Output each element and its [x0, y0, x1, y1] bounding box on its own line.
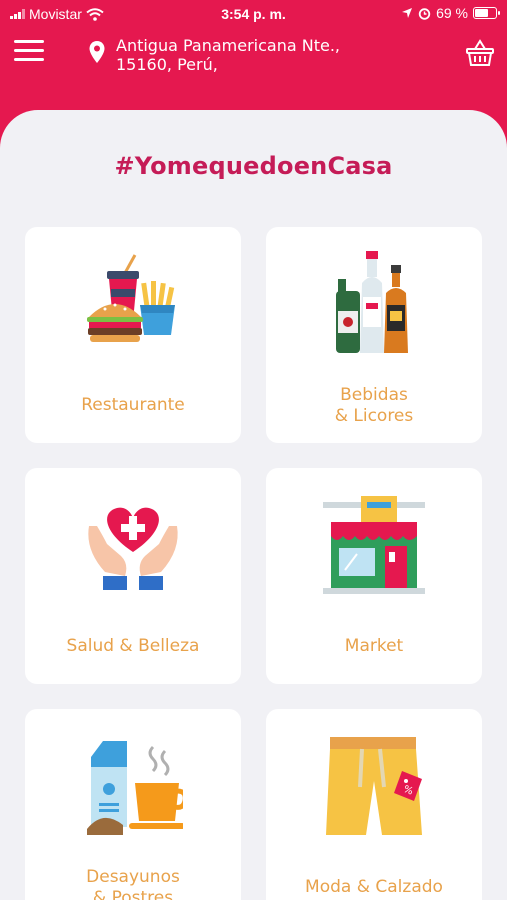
map-pin-icon: [89, 41, 105, 63]
address-line-2: 15160, Perú,: [116, 55, 218, 74]
alarm-icon: [418, 7, 431, 20]
health-hands-icon: [88, 507, 178, 590]
address-line-1: Antigua Panamericana Nte.,: [116, 36, 341, 55]
category-label: Moda & Calzado: [266, 877, 482, 898]
category-label-line2: & Postres: [92, 888, 174, 900]
category-label-line2: & Licores: [334, 406, 414, 426]
shorts-icon: %: [326, 737, 422, 835]
breakfast-icon: [87, 741, 183, 835]
hamburger-menu-icon[interactable]: [14, 40, 44, 66]
category-card-market[interactable]: Market: [266, 468, 482, 684]
category-label-line1: Market: [344, 636, 404, 656]
delivery-address[interactable]: Antigua Panamericana Nte., 15160, Perú,: [116, 36, 416, 74]
battery-fill: [475, 9, 488, 17]
category-label-line1: Restaurante: [81, 395, 185, 415]
battery-icon: [473, 7, 500, 19]
bottles-icon: [336, 251, 408, 353]
app-header: Antigua Panamericana Nte., 15160, Perú,: [0, 28, 507, 112]
battery-percent: 69 %: [436, 5, 468, 21]
category-label: Desayunos & Postres: [25, 867, 241, 900]
category-label-line1: Bebidas: [340, 385, 408, 405]
category-label: Salud & Belleza: [25, 636, 241, 657]
category-label: Market: [266, 636, 482, 657]
main-panel: #YomequedoenCasa Restaurante Bebidas & L…: [0, 110, 507, 900]
status-bar: Movistar 3:54 p. m. 69 %: [0, 0, 507, 28]
category-label-line1: Moda & Calzado: [305, 877, 443, 897]
category-label-line1: Desayunos: [86, 867, 180, 887]
category-card-moda[interactable]: % Moda & Calzado: [266, 709, 482, 900]
category-card-salud[interactable]: Salud & Belleza: [25, 468, 241, 684]
hashtag-title: #YomequedoenCasa: [114, 152, 393, 180]
shopping-basket-icon[interactable]: [465, 38, 495, 68]
category-card-restaurante[interactable]: Restaurante: [25, 227, 241, 443]
location-arrow-icon: [402, 8, 413, 18]
category-card-desayunos[interactable]: Desayunos & Postres: [25, 709, 241, 900]
category-card-bebidas[interactable]: Bebidas & Licores: [266, 227, 482, 443]
category-label: Restaurante: [25, 395, 241, 416]
fast-food-icon: [87, 254, 175, 342]
status-right: 69 %: [401, 5, 500, 21]
category-label-line1: Salud & Belleza: [66, 636, 200, 656]
store-icon: [323, 496, 425, 594]
category-label: Bebidas & Licores: [266, 385, 482, 427]
